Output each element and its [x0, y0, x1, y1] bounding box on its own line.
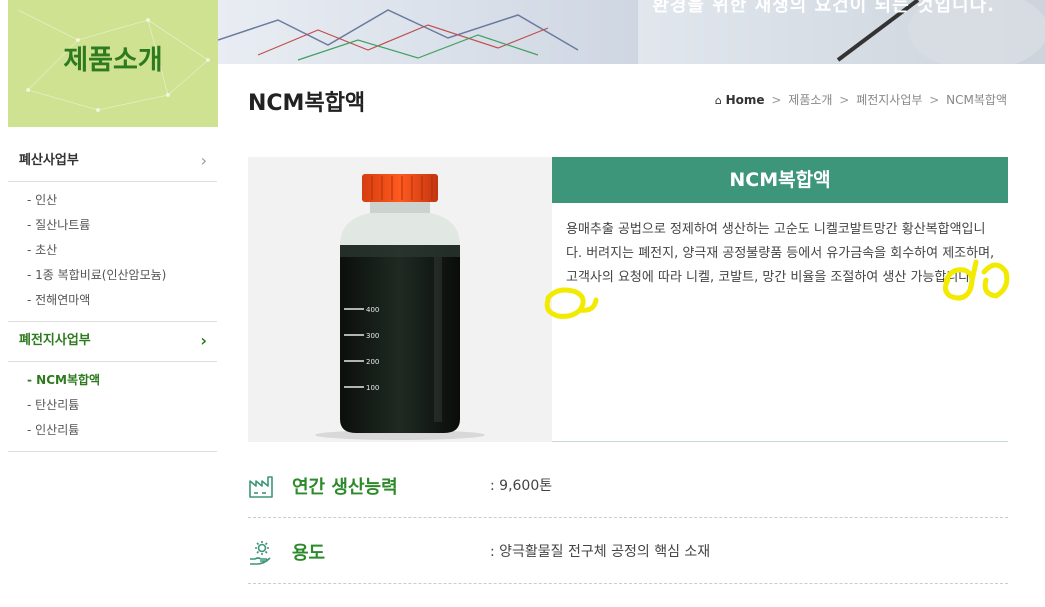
- sidebar-group-waste-acid[interactable]: 폐산사업부 ›: [8, 142, 217, 182]
- sidebar-submenu: - NCM복합액 - 탄산리튬 - 인산리튬: [8, 362, 217, 452]
- graduation-100: 100: [366, 384, 379, 392]
- gear-hand-icon: [250, 541, 271, 565]
- divider: [552, 441, 1008, 442]
- home-icon: ⌂: [714, 94, 722, 107]
- chevron-right-icon: ›: [200, 151, 207, 170]
- sidebar-item-phosphoric-acid[interactable]: - 인산: [27, 190, 217, 215]
- breadcrumb-separator: >: [771, 93, 782, 107]
- sidebar: 폐산사업부 › - 인산 - 질산나트륨 - 초산 - 1종 복합비료(인산암모…: [8, 142, 217, 452]
- spec-row-usage: 용도 : 양극활물질 전구체 공정의 핵심 소재: [248, 520, 1008, 584]
- sidebar-group-waste-battery[interactable]: 폐전지사업부 ›: [8, 322, 217, 362]
- spec-label: 용도: [292, 543, 326, 564]
- breadcrumb-home[interactable]: Home: [726, 93, 765, 107]
- sidebar-item-lithium-carbonate[interactable]: - 탄산리튬: [27, 395, 217, 420]
- product-name-header: NCM복합액: [552, 157, 1008, 203]
- breadcrumb-separator: >: [839, 93, 850, 107]
- breadcrumb-level3[interactable]: NCM복합액: [946, 93, 1007, 107]
- chevron-right-icon: ›: [200, 331, 207, 350]
- bottle-illustration: 400 300 200 100: [315, 174, 485, 440]
- spec-label: 연간 생산능력: [292, 477, 398, 498]
- breadcrumb-separator: >: [929, 93, 940, 107]
- sidebar-item-electropolishing[interactable]: - 전해연마액: [27, 290, 217, 315]
- breadcrumb-level1[interactable]: 제품소개: [788, 93, 832, 107]
- sidebar-item-acetic-acid[interactable]: - 초산: [27, 240, 217, 265]
- category-box: 제품소개: [8, 0, 218, 127]
- sidebar-item-compound-fertilizer[interactable]: - 1종 복합비료(인산암모늄): [27, 265, 217, 290]
- graduation-400: 400: [366, 306, 379, 314]
- sidebar-submenu: - 인산 - 질산나트륨 - 초산 - 1종 복합비료(인산암모늄) - 전해연…: [8, 182, 217, 322]
- banner-text: 환경을 위한 재생의 요건이 되는 것입니다.: [652, 0, 995, 16]
- sidebar-item-lithium-phosphate[interactable]: - 인산리튬: [27, 420, 217, 445]
- graduation-200: 200: [366, 358, 379, 366]
- spec-value: : 양극활물질 전구체 공정의 핵심 소재: [490, 544, 711, 560]
- sidebar-group-label: 폐전지사업부: [19, 333, 91, 348]
- breadcrumb: ⌂ Home > 제품소개 > 폐전지사업부 > NCM복합액: [715, 91, 1007, 108]
- breadcrumb-level2[interactable]: 폐전지사업부: [856, 93, 922, 107]
- sidebar-group-label: 폐산사업부: [19, 153, 79, 168]
- graduation-300: 300: [366, 332, 379, 340]
- spec-value: : 9,600톤: [490, 478, 553, 494]
- top-banner: 환경을 위한 재생의 요건이 되는 것입니다.: [218, 0, 1045, 64]
- page-title: NCM복합액: [248, 91, 366, 116]
- factory-icon: [249, 476, 273, 498]
- sidebar-item-sodium-nitrate[interactable]: - 질산나트륨: [27, 215, 217, 240]
- spec-row-capacity: 연간 생산능력 : 9,600톤: [248, 454, 1008, 518]
- sidebar-item-ncm[interactable]: - NCM복합액: [27, 370, 217, 395]
- category-title: 제품소개: [63, 45, 163, 76]
- product-description: 용매추출 공법으로 정제하여 생산하는 고순도 니켈코발트망간 황산복합액입니다…: [566, 222, 995, 285]
- product-photo: 400 300 200 100: [248, 157, 552, 442]
